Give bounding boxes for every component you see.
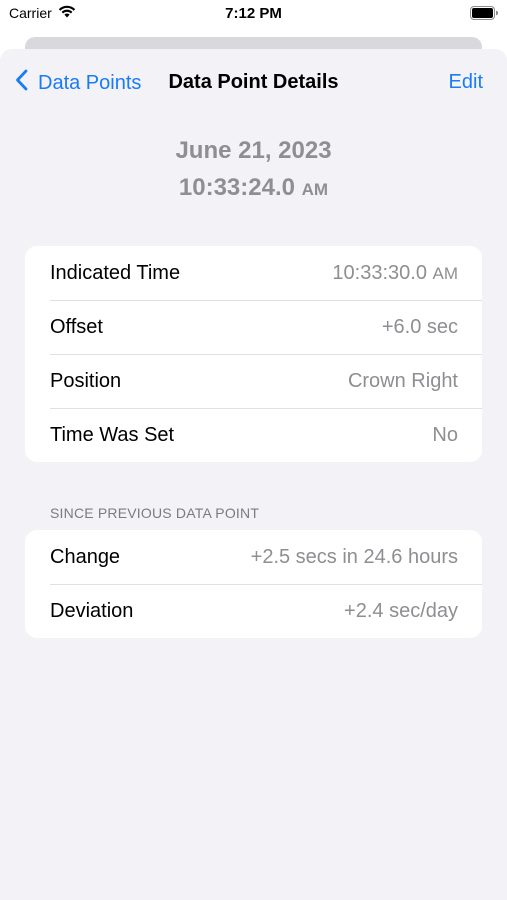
section-header: SINCE PREVIOUS DATA POINT [50,505,260,521]
row-label: Time Was Set [50,423,175,446]
header-time: 10:33:24.0 AM [0,174,507,202]
status-bar: Carrier 7:12 PM [0,0,507,30]
since-previous-group: Change +2.5 secs in 24.6 hours Deviation… [25,530,482,638]
row-label: Position [50,369,122,392]
back-button[interactable]: Data Points [15,69,141,97]
row-value: +6.0 sec [381,315,458,338]
row-label: Deviation [50,599,134,622]
row-value: No [432,423,458,446]
edit-button[interactable]: Edit [449,71,483,94]
row-label: Offset [50,315,103,338]
indicated-time-value: 10:33:30.0 [332,261,427,284]
row-label: Indicated Time [50,261,181,284]
page-title-text: Data Point Details [168,71,339,93]
navigation-bar: Data Points Data Point Details Edit [0,49,507,119]
header-time-value: 10:33:24.0 [178,174,295,201]
row-label: Change [50,545,121,568]
details-group: Indicated Time 10:33:30.0 AM Offset +6.0… [25,246,482,462]
indicated-time-ampm: AM [432,263,459,283]
chevron-left-icon [15,69,28,97]
position-row: Position Crown Right [25,354,482,408]
change-row: Change +2.5 secs in 24.6 hours [25,530,482,584]
row-value: 10:33:30.0 AM [332,262,458,285]
header-time-ampm: AM [301,180,329,199]
indicated-time-row: Indicated Time 10:33:30.0 AM [25,246,482,300]
status-time: 7:12 PM [225,5,282,22]
header-date: June 21, 2023 [175,137,332,164]
details-sheet: Data Points Data Point Details Edit June… [0,49,507,900]
deviation-row: Deviation +2.4 sec/day [25,584,482,638]
row-value: +2.4 sec/day [344,599,458,622]
offset-row: Offset +6.0 sec [25,300,482,354]
back-button-label: Data Points [38,71,142,94]
row-value: +2.5 secs in 24.6 hours [250,545,458,568]
battery-icon [470,6,499,25]
row-value: Crown Right [347,369,458,392]
time-was-set-row: Time Was Set No [25,408,482,462]
